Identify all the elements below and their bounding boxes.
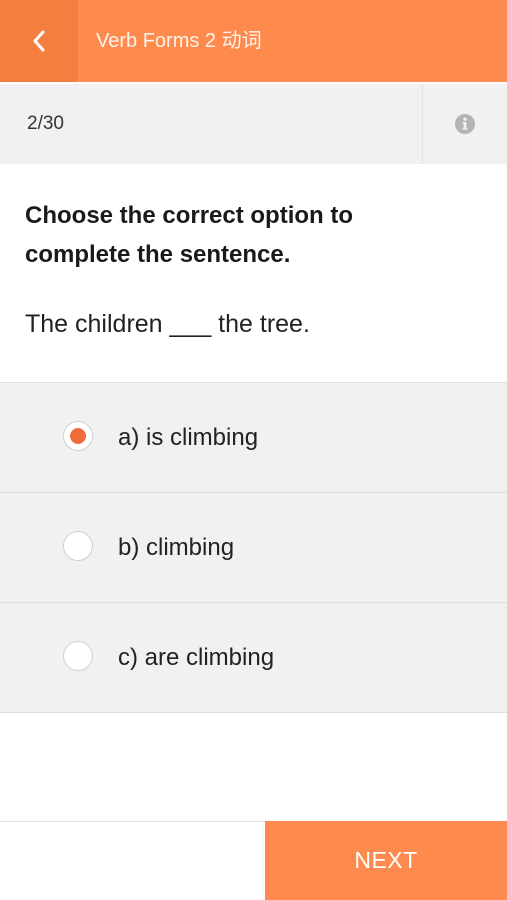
progress-counter: 2/30 [27, 113, 64, 134]
header-bar: Verb Forms 2 动词 [0, 0, 507, 82]
chevron-left-icon [33, 30, 45, 52]
info-icon [455, 114, 475, 134]
radio-button[interactable] [63, 641, 93, 671]
option-a[interactable]: a) is climbing [0, 383, 507, 493]
option-c[interactable]: c) are climbing [0, 603, 507, 713]
progress-bar: 2/30 [0, 84, 507, 164]
question-sentence: The children ___ the tree. [25, 310, 310, 338]
back-button[interactable] [0, 0, 78, 82]
question-area: Choose the correct option to complete th… [0, 164, 507, 382]
info-button[interactable] [423, 84, 507, 164]
option-b[interactable]: b) climbing [0, 493, 507, 603]
radio-button-selected[interactable] [63, 421, 93, 451]
next-button[interactable]: NEXT [265, 821, 507, 900]
footer-spacer [0, 821, 265, 900]
answer-options: a) is climbing b) climbing c) are climbi… [0, 382, 507, 713]
option-label: b) climbing [118, 534, 235, 561]
radio-button[interactable] [63, 531, 93, 561]
question-instruction: Choose the correct option to complete th… [25, 202, 354, 268]
option-label: a) is climbing [118, 424, 259, 451]
page-title: Verb Forms 2 动词 [96, 30, 262, 52]
option-label: c) are climbing [118, 644, 275, 671]
footer-bar: NEXT [0, 821, 507, 900]
